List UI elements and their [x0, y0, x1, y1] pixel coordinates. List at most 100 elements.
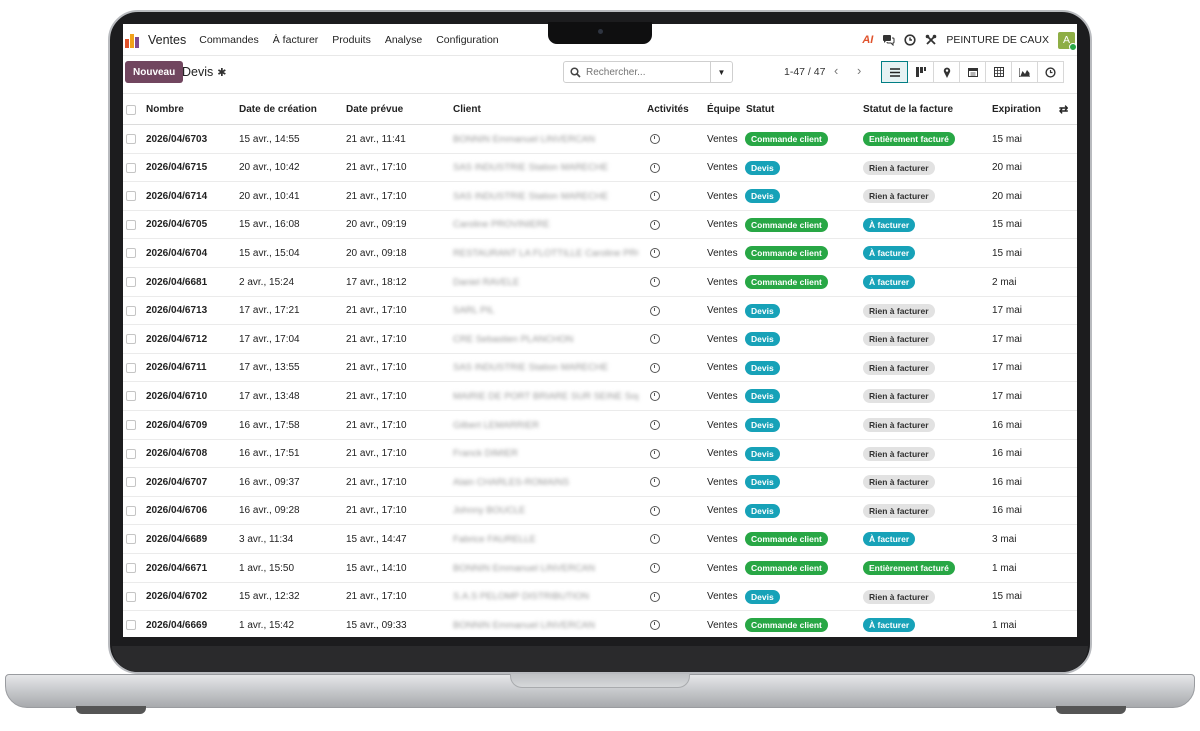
gear-icon[interactable]: ✱ — [217, 66, 226, 79]
activity-clock-icon[interactable] — [650, 382, 660, 410]
column-header-equipe[interactable]: Équipe — [707, 104, 740, 115]
graph-view-icon[interactable] — [1011, 61, 1038, 83]
activity-clock-icon[interactable] — [650, 468, 660, 496]
pager-value[interactable]: 1-47 / 47 — [784, 66, 825, 78]
activity-clock-icon[interactable] — [650, 125, 660, 153]
table-row[interactable]: 2026/04/6669 1 avr., 15:42 15 avr., 09:33 B… — [123, 611, 1077, 637]
table-row[interactable]: 2026/04/6707 16 avr., 09:37 21 avr., 17:10… — [123, 468, 1077, 497]
activity-clock-icon[interactable] — [650, 354, 660, 382]
search-input[interactable] — [586, 66, 704, 78]
table-row[interactable]: 2026/04/6702 15 avr., 12:32 21 avr., 17:10… — [123, 583, 1077, 612]
company-switcher[interactable]: PEINTURE DE CAUX — [946, 34, 1049, 46]
column-header-client[interactable]: Client — [453, 104, 481, 115]
row-checkbox[interactable] — [126, 362, 136, 373]
row-checkbox[interactable] — [126, 534, 136, 545]
sales-app-icon[interactable] — [125, 32, 141, 48]
ai-icon[interactable]: AI — [862, 34, 873, 46]
activity-clock-icon[interactable] — [650, 268, 660, 296]
activity-clock-icon[interactable] — [650, 325, 660, 353]
tools-icon[interactable] — [925, 34, 937, 46]
row-checkbox[interactable] — [126, 563, 136, 573]
invoice-status-cell: À facturer — [863, 268, 916, 296]
activity-clock-icon[interactable] — [650, 525, 660, 553]
select-all-checkbox[interactable] — [126, 105, 136, 115]
table-row[interactable]: 2026/04/6713 17 avr., 17:21 21 avr., 17:10… — [123, 297, 1077, 326]
activity-clock-icon[interactable] — [650, 411, 660, 439]
table-row[interactable]: 2026/04/6671 1 avr., 15:50 15 avr., 14:10 B… — [123, 554, 1077, 583]
table-row[interactable]: 2026/04/6710 17 avr., 13:48 21 avr., 17:10… — [123, 382, 1077, 411]
column-header-statut[interactable]: Statut — [746, 104, 774, 115]
order-number: 2026/04/6707 — [146, 476, 208, 488]
row-checkbox[interactable] — [126, 191, 136, 202]
kanban-view-icon[interactable] — [907, 61, 934, 83]
row-checkbox[interactable] — [126, 305, 136, 316]
column-header-date-creation[interactable]: Date de création — [239, 104, 317, 115]
column-header-nombre[interactable]: Nombre — [146, 104, 184, 115]
row-checkbox[interactable] — [126, 391, 136, 402]
pivot-view-icon[interactable] — [985, 61, 1012, 83]
table-row[interactable]: 2026/04/6714 20 avr., 10:41 21 avr., 17:10… — [123, 182, 1077, 211]
row-checkbox[interactable] — [126, 162, 136, 173]
activity-clock-icon[interactable] — [650, 583, 660, 611]
activity-clock-icon[interactable] — [650, 440, 660, 468]
pager-next-icon[interactable]: › — [857, 63, 861, 78]
activity-clock-icon[interactable] — [650, 211, 660, 239]
row-checkbox[interactable] — [126, 248, 136, 259]
table-row[interactable]: 2026/04/6704 15 avr., 15:04 20 avr., 09:18… — [123, 239, 1077, 268]
sales-team: Ventes — [707, 562, 738, 574]
table-row[interactable]: 2026/04/6709 16 avr., 17:58 21 avr., 17:10… — [123, 411, 1077, 440]
row-checkbox[interactable] — [126, 477, 136, 488]
row-checkbox[interactable] — [126, 591, 136, 602]
chat-icon[interactable] — [882, 34, 895, 46]
activity-clock-icon[interactable] — [650, 297, 660, 325]
table-row[interactable]: 2026/04/6681 2 avr., 15:24 17 avr., 18:12 D… — [123, 268, 1077, 297]
table-row[interactable]: 2026/04/6711 17 avr., 13:55 21 avr., 17:10… — [123, 354, 1077, 383]
order-number: 2026/04/6713 — [146, 305, 208, 317]
activity-clock-icon[interactable] — [650, 611, 660, 637]
table-row[interactable]: 2026/04/6703 15 avr., 14:55 21 avr., 11:41… — [123, 125, 1077, 154]
map-view-icon[interactable] — [933, 61, 960, 83]
activity-view-icon[interactable] — [1037, 61, 1064, 83]
status-badge: Commande client — [745, 532, 828, 547]
table-row[interactable]: 2026/04/6708 16 avr., 17:51 21 avr., 17:10… — [123, 440, 1077, 469]
column-header-expiration[interactable]: Expiration — [992, 104, 1041, 115]
row-checkbox[interactable] — [126, 277, 136, 287]
calendar-view-icon[interactable] — [959, 61, 986, 83]
search-options-toggle[interactable]: ▼ — [710, 62, 732, 82]
row-checkbox[interactable] — [126, 134, 136, 144]
row-checkbox[interactable] — [126, 420, 136, 430]
activity-clock-icon[interactable] — [650, 182, 660, 210]
list-view-icon[interactable] — [881, 61, 908, 83]
table-row[interactable]: 2026/04/6712 17 avr., 17:04 21 avr., 17:10… — [123, 325, 1077, 354]
invoice-status-badge: Rien à facturer — [863, 189, 935, 204]
row-checkbox[interactable] — [126, 334, 136, 345]
column-header-activites[interactable]: Activités — [647, 104, 689, 115]
optional-columns-icon[interactable]: ⇄ — [1059, 103, 1068, 116]
row-checkbox[interactable] — [126, 219, 136, 230]
menu-item-configuration[interactable]: Configuration — [429, 34, 505, 46]
invoice-status-cell: Rien à facturer — [863, 354, 935, 382]
menu-item-a-facturer[interactable]: À facturer — [266, 34, 326, 46]
clock-icon[interactable] — [904, 34, 916, 46]
pager-previous-icon[interactable]: ‹ — [834, 63, 838, 78]
row-checkbox[interactable] — [126, 448, 136, 459]
table-row[interactable]: 2026/04/6715 20 avr., 10:42 21 avr., 17:10… — [123, 154, 1077, 183]
app-name[interactable]: Ventes — [148, 33, 186, 47]
row-checkbox[interactable] — [126, 505, 136, 516]
row-checkbox[interactable] — [126, 620, 136, 631]
column-header-date-prevue[interactable]: Date prévue — [346, 104, 403, 115]
invoice-status-badge: Rien à facturer — [863, 418, 935, 432]
new-button[interactable]: Nouveau — [125, 61, 184, 83]
activity-clock-icon[interactable] — [650, 497, 660, 525]
activity-clock-icon[interactable] — [650, 154, 660, 182]
table-row[interactable]: 2026/04/6705 15 avr., 16:08 20 avr., 09:19… — [123, 211, 1077, 240]
column-header-statut-facture[interactable]: Statut de la facture — [863, 104, 953, 115]
user-avatar[interactable]: A — [1058, 31, 1077, 51]
menu-item-analyse[interactable]: Analyse — [378, 34, 429, 46]
table-row[interactable]: 2026/04/6706 16 avr., 09:28 21 avr., 17:10… — [123, 497, 1077, 526]
menu-item-produits[interactable]: Produits — [325, 34, 378, 46]
menu-item-commandes[interactable]: Commandes — [192, 34, 266, 46]
activity-clock-icon[interactable] — [650, 239, 660, 267]
activity-clock-icon[interactable] — [650, 554, 660, 582]
table-row[interactable]: 2026/04/6689 3 avr., 11:34 15 avr., 14:47 F… — [123, 525, 1077, 554]
